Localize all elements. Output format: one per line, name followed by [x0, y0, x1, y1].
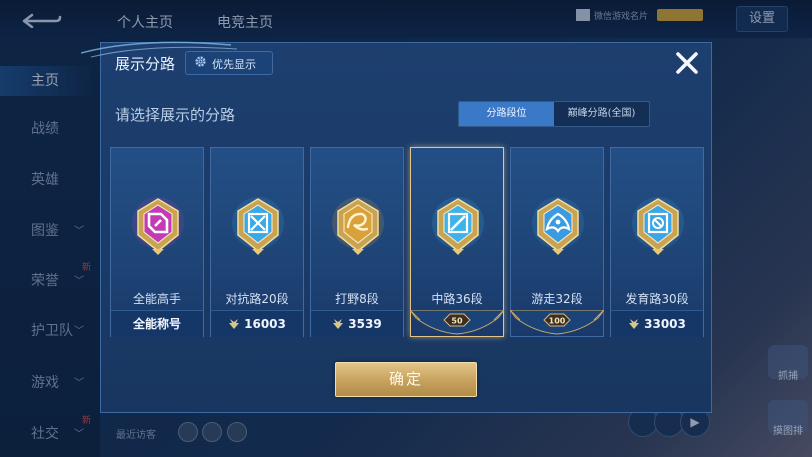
lane-rank-label: 对抗路20段: [225, 292, 289, 306]
title-bar: 全能称号: [111, 310, 203, 337]
priority-display-label: 优先显示: [212, 58, 256, 71]
lane-card[interactable]: 打野8段 3539: [310, 147, 404, 337]
dialog-title: 展示分路: [115, 55, 176, 73]
rank-number: 50: [451, 317, 463, 326]
gear-icon: [195, 56, 206, 67]
title-value: 全能称号: [132, 317, 181, 331]
priority-display-button[interactable]: 优先显示: [185, 51, 273, 75]
wing-icon: [229, 319, 240, 329]
lane-display-dialog: 展示分路 优先显示 请选择展示的分路 分路段位 巅峰分路(全国) 全能高手全能称…: [81, 41, 712, 413]
all-round-badge-icon: [132, 197, 184, 255]
lane-rank-label: 发育路30段: [625, 292, 689, 306]
score-value: 16003: [244, 317, 286, 331]
lane-rank-label: 游走32段: [531, 292, 583, 306]
dialog-header: 展示分路 优先显示: [101, 43, 711, 83]
tab-lane-rank[interactable]: 分路段位: [459, 102, 554, 126]
roam-badge-icon: [532, 197, 584, 255]
score-bar: 3539: [311, 310, 403, 337]
lane-card[interactable]: 发育路30段 33003: [610, 147, 704, 337]
dialog-subtitle: 请选择展示的分路: [115, 106, 236, 124]
wing-icon: [629, 319, 640, 329]
lane-card[interactable]: 游走32段 100: [510, 147, 604, 337]
lane-rank-label: 打野8段: [335, 292, 379, 306]
close-icon[interactable]: [673, 49, 701, 77]
lane-mode-toggle: 分路段位 巅峰分路(全国): [458, 101, 650, 127]
rank-plate: 50: [410, 310, 504, 335]
lane-card[interactable]: 对抗路20段 16003: [210, 147, 304, 337]
wing-icon: [333, 319, 344, 329]
lane-card[interactable]: 中路36段 50: [410, 147, 504, 337]
score-bar: 33003: [611, 310, 703, 337]
clash-lane-badge-icon: [232, 197, 284, 255]
lane-card[interactable]: 全能高手 全能称号: [110, 147, 204, 337]
lane-rank-label: 全能高手: [132, 292, 181, 306]
confirm-button[interactable]: 确定: [335, 362, 477, 397]
rank-number: 100: [549, 317, 566, 326]
rank-plate: 100: [510, 310, 604, 335]
mid-lane-badge-icon: [432, 197, 484, 255]
tab-peak-lane-national[interactable]: 巅峰分路(全国): [554, 102, 649, 126]
lane-rank-label: 中路36段: [431, 292, 483, 306]
score-value: 3539: [348, 317, 382, 331]
score-bar: 16003: [211, 310, 303, 337]
farm-lane-badge-icon: [632, 197, 684, 255]
score-value: 33003: [644, 317, 686, 331]
jungle-badge-icon: [332, 197, 384, 255]
